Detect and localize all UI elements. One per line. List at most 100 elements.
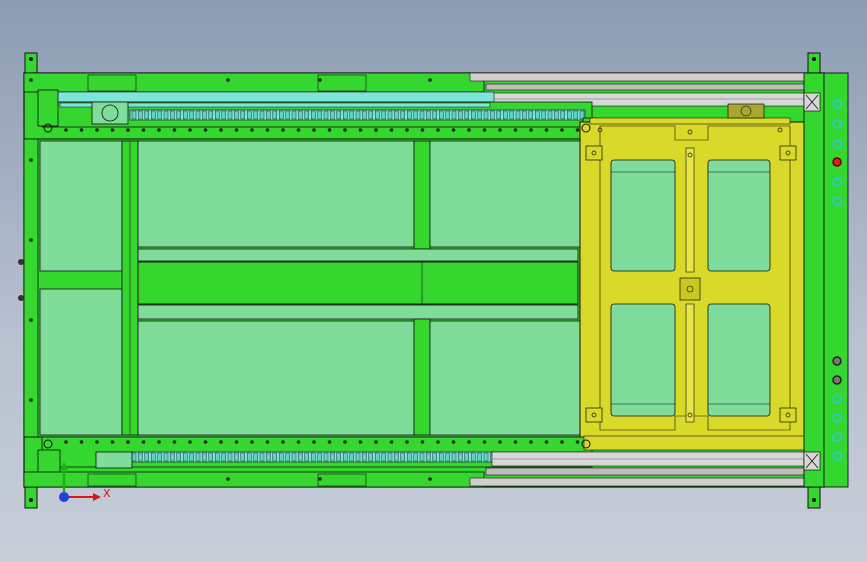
bolt-icon [420,440,425,444]
bottom-drive-pulley[interactable] [95,451,133,469]
bolt-icon [513,128,518,132]
bolt-icon [544,128,549,132]
chain-link [490,110,495,120]
panel-left-bottom[interactable] [39,288,123,436]
chain-link [567,110,572,120]
left-frame-column[interactable] [23,138,39,438]
chain-link [387,452,393,462]
chain-link [573,110,578,120]
panel-mid-top[interactable] [137,140,415,248]
bolt-icon [327,128,332,132]
bolt-icon [467,440,471,444]
top-tensioner[interactable] [37,89,59,127]
bolt-icon [544,440,549,444]
center-beam[interactable] [137,261,579,305]
chain-link [234,110,239,120]
bolt-icon [529,128,533,132]
bolt-icon [126,128,130,132]
carriage-plate[interactable] [579,117,805,439]
plate-window-tr [707,159,771,272]
center-beam-upper[interactable] [137,248,579,262]
chain-link [445,452,450,462]
chain-link [285,452,290,462]
right-end-frame[interactable] [803,72,825,488]
chain-link [483,110,489,120]
chain-link [407,110,412,120]
chain-link [163,452,169,462]
bolt-icon [203,128,208,132]
bottom-linear-rail[interactable] [469,451,809,487]
bolt-icon [219,128,223,132]
bolt-icon [358,440,363,444]
bolt-icon [126,440,130,444]
bolt-icon [250,128,254,132]
panel-right-bottom[interactable] [429,320,581,436]
panel-mid-bottom[interactable] [137,320,415,436]
mounting-bracket-icon [24,52,38,76]
bolt-icon [95,128,99,132]
bolt-icon [188,440,192,444]
assembly-drawing[interactable]: X [0,0,867,562]
bolt-icon [405,440,409,444]
bolt-icon [265,440,270,444]
bolt-icon [188,128,192,132]
right-control-panel[interactable] [823,72,849,488]
indicator-light-icon [832,157,842,167]
bolt-icon [529,440,533,444]
chain-link [426,110,431,120]
chain-link [522,110,527,120]
bolt-icon [141,440,146,444]
chain-link [311,452,316,462]
chain-link [349,110,354,120]
bolt-icon [318,78,322,82]
left-knob-lower[interactable] [18,295,24,301]
chain-link [419,110,425,120]
chain-link [298,110,303,120]
bolt-icon [312,128,316,132]
chain-link [202,452,207,462]
column-c[interactable] [413,318,431,436]
left-knob-upper[interactable] [18,259,24,265]
bolt-icon [157,128,161,132]
chain-link [503,110,508,120]
chain-link [182,452,188,462]
cad-viewport[interactable]: X [0,0,867,562]
bolt-icon [358,128,363,132]
chain-link [362,110,367,120]
plate-center-block[interactable] [679,277,701,301]
chain-link [336,110,341,120]
column-b[interactable] [413,140,431,250]
chain-link [323,452,329,462]
top-linear-rail[interactable] [469,72,809,107]
chain-link [336,452,341,462]
bolt-icon [141,128,146,132]
chain-link [413,110,418,120]
top-chain[interactable] [129,109,586,121]
chain-link [477,110,482,120]
chain-link [400,452,405,462]
chain-link [253,452,258,462]
bolt-icon [318,477,322,481]
center-beam-lower[interactable] [137,304,579,320]
chain-link [214,110,220,120]
chain-link [304,452,309,462]
chain-link [170,452,175,462]
chain-link [515,110,521,120]
chain-link [541,110,546,120]
chain-link [368,110,373,120]
chain-link [138,452,143,462]
chain-link [144,110,150,120]
chain-link [195,452,201,462]
chain-link [509,110,514,120]
panel-right-top[interactable] [429,140,581,248]
bolt-icon [374,440,378,444]
panel-left-top[interactable] [39,140,123,272]
bolt-icon [64,440,68,444]
chain-link [387,110,393,120]
chain-link [176,110,182,120]
chain-link [208,110,214,120]
mounting-bracket-icon [807,485,821,509]
chain-link [304,110,309,120]
top-frame-bar[interactable] [23,72,485,93]
chain-link [298,452,303,462]
